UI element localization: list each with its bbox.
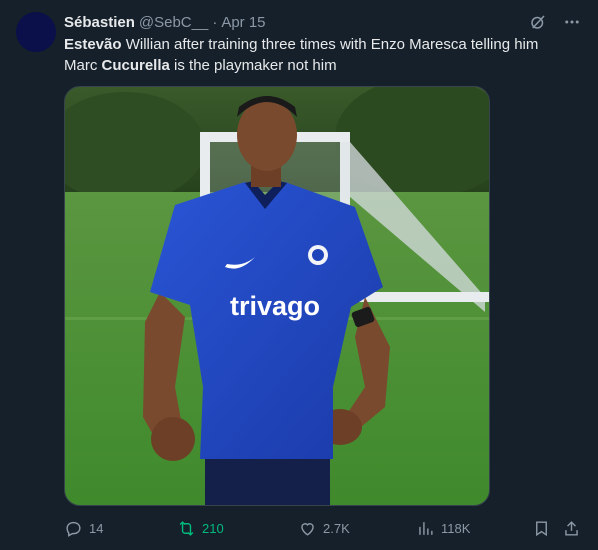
bookmark-button[interactable] bbox=[532, 516, 551, 540]
more-icon[interactable] bbox=[562, 12, 582, 32]
like-count: 2.7K bbox=[323, 520, 350, 536]
bold-name-estevao: Estevão bbox=[64, 36, 122, 53]
retweet-count: 210 bbox=[202, 520, 224, 536]
reply-button[interactable]: 14 bbox=[64, 516, 103, 540]
tweet-image[interactable]: trivago bbox=[64, 86, 490, 506]
separator-dot: · bbox=[212, 13, 218, 31]
like-icon bbox=[301, 522, 314, 536]
author-handle[interactable]: @SebC__ bbox=[139, 14, 208, 31]
views-button[interactable]: 118K bbox=[416, 516, 470, 540]
tweet-text: Estevão Willian after training three tim… bbox=[64, 34, 574, 76]
retweet-icon bbox=[179, 520, 194, 536]
grok-icon[interactable] bbox=[528, 12, 548, 32]
share-button[interactable] bbox=[562, 516, 581, 540]
views-count: 118K bbox=[441, 520, 471, 536]
shirt-sponsor: trivago bbox=[230, 291, 320, 321]
avatar[interactable] bbox=[16, 12, 56, 52]
action-bar: 14 210 2.7K 118K bbox=[64, 516, 582, 540]
views-icon bbox=[419, 521, 433, 535]
tweet-text-part-end: is the playmaker not him bbox=[169, 57, 337, 74]
reply-icon bbox=[66, 521, 81, 537]
retweet-button[interactable]: 210 bbox=[177, 516, 224, 540]
share-icon bbox=[565, 520, 578, 536]
header-icons bbox=[528, 12, 582, 32]
bookmark-icon bbox=[536, 520, 547, 536]
bold-name-cucurella: Cucurella bbox=[101, 57, 170, 74]
author-name[interactable]: Sébastien bbox=[64, 14, 135, 31]
like-button[interactable]: 2.7K bbox=[298, 516, 350, 540]
tweet-header: Sébastien @SebC__ · Apr 15 bbox=[64, 12, 582, 32]
reply-count: 14 bbox=[89, 520, 104, 536]
tweet-date[interactable]: Apr 15 bbox=[221, 14, 265, 31]
